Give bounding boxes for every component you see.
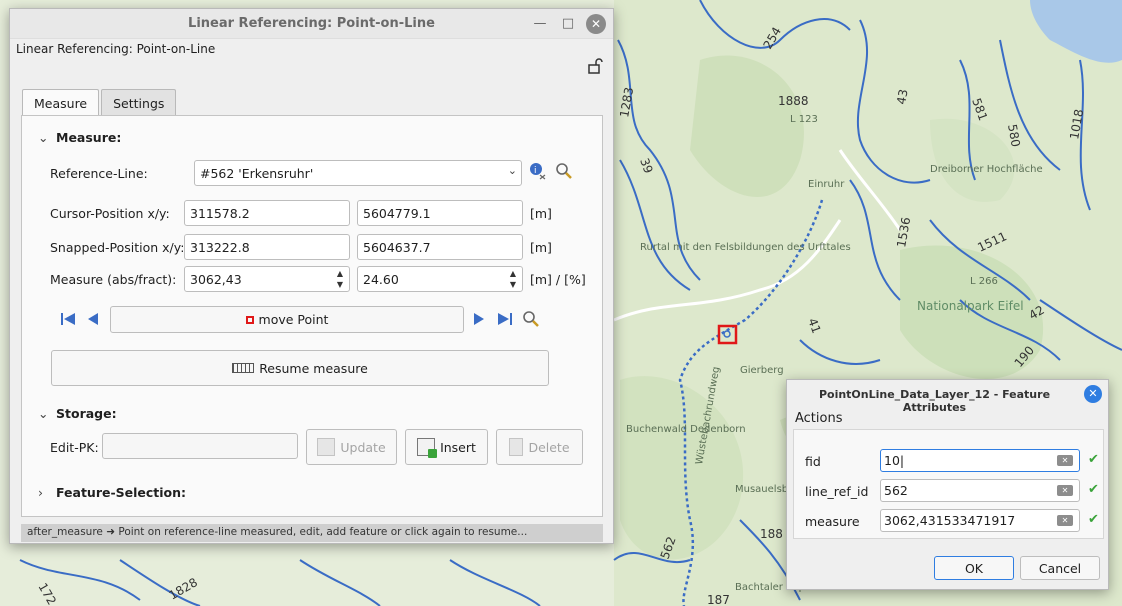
step-back-icon[interactable]	[84, 310, 102, 328]
zoom-to-point-icon[interactable]	[522, 310, 540, 328]
chevron-down-icon: ⌄	[507, 164, 517, 177]
reference-line-label: Reference-Line:	[50, 166, 148, 181]
measure-abs-spinbox[interactable]: 3062,43 ▲ ▼	[184, 266, 350, 292]
maximize-icon[interactable]: □	[558, 14, 578, 34]
clear-icon[interactable]: ✕	[1057, 485, 1073, 496]
place-label: Gierberg	[740, 365, 784, 376]
field-label-fid: fid	[805, 454, 821, 469]
reference-line-select[interactable]: #562 'Erkensruhr' ⌄	[194, 160, 522, 186]
tab-measure[interactable]: Measure	[22, 89, 100, 117]
edit-pk-field[interactable]	[102, 433, 298, 459]
delete-button[interactable]: Delete	[496, 429, 583, 465]
place-label: Rurtal mit den Felsbildungen des Urfttal…	[640, 242, 851, 253]
map-label: 188	[760, 527, 783, 541]
update-button[interactable]: Update	[306, 429, 397, 465]
map-label: 1888	[778, 94, 809, 108]
minimize-icon[interactable]: —	[530, 14, 550, 34]
attr-dialog-titlebar[interactable]: PointOnLine_Data_Layer_12 - Feature Attr…	[787, 380, 1108, 414]
dialog-subtitle: Linear Referencing: Point-on-Line	[16, 42, 216, 56]
dialog-titlebar[interactable]: Linear Referencing: Point-on-Line — □ ✕	[10, 9, 613, 39]
place-label: Einruhr	[808, 179, 845, 190]
valid-check-icon: ✔	[1088, 512, 1099, 527]
unlock-icon[interactable]	[587, 58, 603, 74]
measure-input[interactable]: 3062,431533471917 ✕	[880, 509, 1080, 532]
measure-fract-spinbox[interactable]: 24.60 ▲ ▼	[357, 266, 523, 292]
trash-icon	[509, 438, 524, 456]
ruler-icon	[232, 363, 255, 373]
cursor-unit-label: [m]	[530, 206, 552, 221]
measure-label: Measure (abs/fract):	[50, 272, 177, 287]
skip-to-end-icon[interactable]	[496, 310, 514, 328]
snapped-unit-label: [m]	[530, 240, 552, 255]
linear-referencing-dialog: Linear Referencing: Point-on-Line — □ ✕ …	[9, 8, 614, 544]
clear-icon[interactable]: ✕	[1057, 455, 1073, 466]
zoom-to-feature-icon[interactable]	[555, 162, 573, 180]
place-label: Buchenwald Dedenborn	[626, 424, 746, 435]
tab-bar: Measure Settings	[22, 89, 178, 117]
map-label: Nationalpark Eifel	[917, 299, 1024, 313]
fid-input[interactable]: 10| ✕	[880, 449, 1080, 472]
map-label: L 123	[790, 114, 818, 125]
feature-selection-group-header[interactable]: › Feature-Selection:	[38, 485, 186, 500]
status-bar: after_measure ➜ Point on reference-line …	[21, 524, 603, 542]
save-icon	[317, 438, 336, 456]
tab-settings[interactable]: Settings	[101, 89, 177, 117]
point-marker-icon	[245, 315, 254, 324]
snapped-x-field[interactable]: 313222.8	[184, 234, 350, 260]
resume-measure-button[interactable]: Resume measure	[51, 350, 549, 386]
svg-text:i: i	[534, 166, 537, 176]
cursor-x-field[interactable]: 311578.2	[184, 200, 350, 226]
move-point-button[interactable]: move Point	[110, 306, 464, 333]
storage-group-header[interactable]: ⌄ Storage:	[38, 406, 117, 421]
map-label: L 266	[970, 276, 998, 287]
skip-to-start-icon[interactable]	[59, 310, 77, 328]
close-icon[interactable]: ✕	[586, 14, 606, 34]
measure-unit-label: [m] / [%]	[530, 272, 586, 287]
menu-actions[interactable]: Actions	[795, 411, 843, 426]
field-label-measure: measure	[805, 514, 860, 529]
clear-icon[interactable]: ✕	[1057, 515, 1073, 526]
snapped-position-label: Snapped-Position x/y:	[50, 240, 185, 255]
feature-attributes-dialog: PointOnLine_Data_Layer_12 - Feature Attr…	[786, 379, 1109, 590]
ok-button[interactable]: OK	[934, 556, 1014, 580]
chevron-down-icon: ⌄	[38, 406, 49, 421]
field-label-line-ref-id: line_ref_id	[805, 484, 869, 499]
identify-feature-icon[interactable]: i	[529, 162, 547, 180]
spin-arrows-icon[interactable]: ▲ ▼	[337, 268, 343, 290]
chevron-down-icon: ⌄	[38, 130, 49, 145]
insert-feature-icon	[417, 438, 438, 458]
place-label: Dreiborner Hochfläche	[930, 164, 1043, 175]
insert-button[interactable]: Insert	[405, 429, 488, 465]
chevron-right-icon: ›	[38, 485, 43, 500]
valid-check-icon: ✔	[1088, 482, 1099, 497]
measure-tab-panel: ⌄ Measure: Reference-Line: #562 'Erkensru…	[21, 115, 603, 517]
step-forward-icon[interactable]	[470, 310, 488, 328]
valid-check-icon: ✔	[1088, 452, 1099, 467]
cursor-position-label: Cursor-Position x/y:	[50, 206, 170, 221]
line-ref-id-input[interactable]: 562 ✕	[880, 479, 1080, 502]
cancel-button[interactable]: Cancel	[1020, 556, 1100, 580]
attributes-form: fid 10| ✕ ✔ line_ref_id 562 ✕ ✔ measure 30…	[793, 429, 1104, 539]
edit-pk-label: Edit-PK:	[50, 440, 99, 455]
cursor-y-field[interactable]: 5604779.1	[357, 200, 523, 226]
spin-arrows-icon[interactable]: ▲ ▼	[510, 268, 516, 290]
close-icon[interactable]: ✕	[1084, 385, 1102, 403]
dialog-title: Linear Referencing: Point-on-Line	[188, 16, 435, 31]
map-label: 187	[707, 593, 730, 606]
map-label: 43	[894, 88, 910, 105]
snapped-y-field[interactable]: 5604637.7	[357, 234, 523, 260]
measure-group-header[interactable]: ⌄ Measure:	[38, 130, 121, 145]
